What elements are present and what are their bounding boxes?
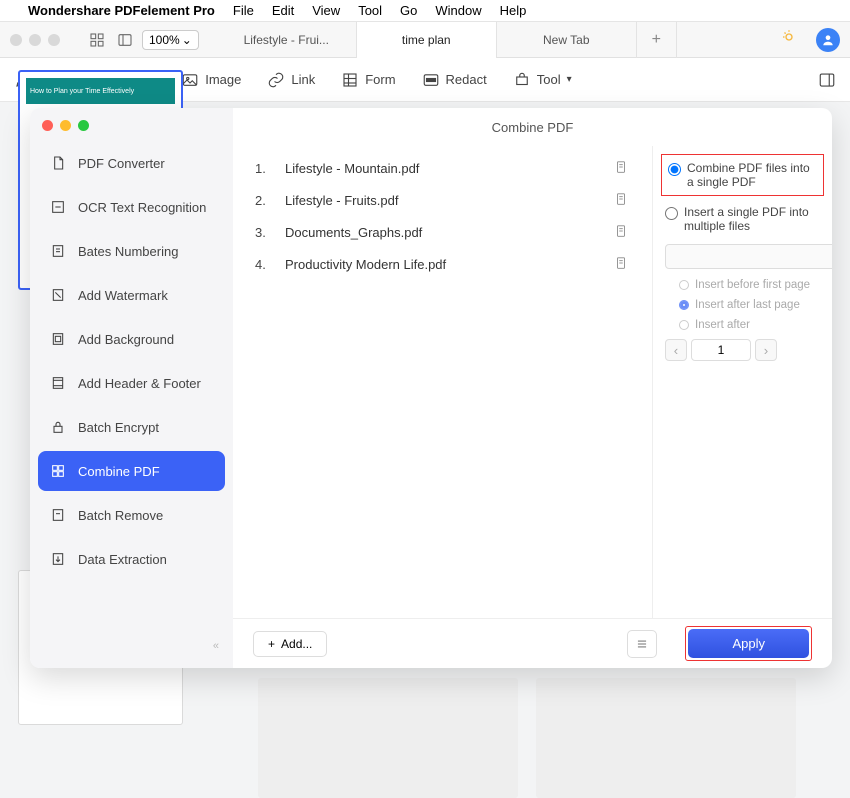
grid-view-icon[interactable] (86, 29, 108, 51)
window-traffic-lights (10, 34, 60, 46)
tab-lifestyle-fruits[interactable]: Lifestyle - Frui... (217, 22, 357, 58)
list-menu-button[interactable] (627, 630, 657, 658)
chevron-down-icon: ⌄ (182, 33, 192, 47)
sidebar-item-ocr[interactable]: OCR Text Recognition (38, 187, 225, 227)
mac-menubar: Wondershare PDFelement Pro File Edit Vie… (0, 0, 850, 22)
file-name: Lifestyle - Mountain.pdf (285, 161, 614, 176)
tab-new[interactable]: New Tab (497, 22, 637, 58)
background-content (258, 678, 796, 798)
option-insert-multiple[interactable]: Insert a single PDF into multiple files (665, 200, 820, 238)
dialog-min-dot[interactable] (60, 120, 71, 131)
sidebar-item-pdf-converter[interactable]: PDF Converter (38, 143, 225, 183)
sidebar-item-header-footer[interactable]: Add Header & Footer (38, 363, 225, 403)
ribbon-image[interactable]: Image (181, 71, 241, 89)
file-index: 4. (255, 257, 285, 272)
sidebar-toggle-icon[interactable] (114, 29, 136, 51)
chevron-down-icon: ▾ (567, 74, 572, 85)
radio-after-page (679, 320, 689, 330)
thumb-title-band: How to Plan your Time Effectively (26, 78, 175, 104)
page-number-stepper: ‹ › (665, 339, 820, 361)
app-name[interactable]: Wondershare PDFelement Pro (28, 3, 215, 18)
window-close-dot[interactable] (10, 34, 22, 46)
ribbon-link[interactable]: Link (267, 71, 315, 89)
options-panel: Combine PDF files into a single PDF Inse… (652, 146, 832, 618)
file-row[interactable]: 4. Productivity Modern Life.pdf (255, 248, 630, 280)
ribbon-form[interactable]: Form (341, 71, 395, 89)
dialog-close-dot[interactable] (42, 120, 53, 131)
window-min-dot[interactable] (29, 34, 41, 46)
page-range-icon[interactable] (614, 192, 630, 208)
sidebar-item-batch-remove[interactable]: Batch Remove (38, 495, 225, 535)
window-toolbar: 100% ⌄ Lifestyle - Frui... time plan New… (0, 22, 850, 58)
menu-help[interactable]: Help (500, 3, 527, 18)
sidebar-item-watermark[interactable]: Add Watermark (38, 275, 225, 315)
sidebar-item-background[interactable]: Add Background (38, 319, 225, 359)
tips-icon[interactable] (780, 28, 798, 51)
dialog-traffic-lights (38, 120, 225, 141)
subopt-after-last: Insert after last page (665, 295, 820, 315)
apply-button[interactable]: Apply (688, 629, 809, 658)
menu-tool[interactable]: Tool (358, 3, 382, 18)
bg-image (258, 678, 518, 798)
page-number-input (691, 339, 751, 361)
file-index: 1. (255, 161, 285, 176)
file-name: Productivity Modern Life.pdf (285, 257, 614, 272)
bg-image (536, 678, 796, 798)
file-name: Documents_Graphs.pdf (285, 225, 614, 240)
option-combine-single[interactable]: Combine PDF files into a single PDF (661, 154, 824, 196)
subopt-after-page: Insert after (665, 315, 820, 335)
radio-after-last (679, 300, 689, 310)
menu-view[interactable]: View (312, 3, 340, 18)
menu-edit[interactable]: Edit (272, 3, 294, 18)
page-range-icon[interactable] (614, 224, 630, 240)
page-range-icon[interactable] (614, 160, 630, 176)
subopt-before-first: Insert before first page (665, 275, 820, 295)
radio-before-first (679, 280, 689, 290)
sidebar-item-bates[interactable]: Bates Numbering (38, 231, 225, 271)
apply-highlight: Apply (685, 626, 812, 661)
insert-file-field (665, 244, 832, 269)
window-max-dot[interactable] (48, 34, 60, 46)
dialog-footer: + Add... Apply (233, 618, 832, 668)
add-file-button[interactable]: + Add... (253, 631, 327, 657)
page-prev-button: ‹ (665, 339, 687, 361)
menu-window[interactable]: Window (435, 3, 481, 18)
ribbon-redact[interactable]: Redact (422, 71, 487, 89)
sidebar-item-combine-pdf[interactable]: Combine PDF (38, 451, 225, 491)
file-index: 3. (255, 225, 285, 240)
zoom-dropdown[interactable]: 100% ⌄ (142, 30, 199, 50)
file-index: 2. (255, 193, 285, 208)
file-row[interactable]: 3. Documents_Graphs.pdf (255, 216, 630, 248)
page-next-button: › (755, 339, 777, 361)
tab-time-plan[interactable]: time plan (357, 22, 497, 58)
radio-combine-single[interactable] (668, 163, 681, 176)
dialog-main: Combine PDF 1. Lifestyle - Mountain.pdf … (233, 108, 832, 668)
ribbon-panel-icon[interactable] (818, 71, 836, 89)
page-range-icon[interactable] (614, 256, 630, 272)
zoom-value: 100% (149, 33, 180, 47)
file-name: Lifestyle - Fruits.pdf (285, 193, 614, 208)
menu-file[interactable]: File (233, 3, 254, 18)
dialog-max-dot[interactable] (78, 120, 89, 131)
sidebar-collapse-handle[interactable]: « (38, 636, 225, 656)
tab-add-button[interactable]: + (637, 22, 677, 58)
dialog-sidebar: PDF Converter OCR Text Recognition Bates… (30, 108, 233, 668)
radio-insert-multiple[interactable] (665, 207, 678, 220)
dialog-title: Combine PDF (233, 108, 832, 146)
sidebar-item-data-extraction[interactable]: Data Extraction (38, 539, 225, 579)
file-list: 1. Lifestyle - Mountain.pdf 2. Lifestyle… (233, 146, 652, 618)
menu-go[interactable]: Go (400, 3, 417, 18)
file-row[interactable]: 1. Lifestyle - Mountain.pdf (255, 152, 630, 184)
user-avatar[interactable] (816, 28, 840, 52)
ribbon-tool[interactable]: Tool▾ (513, 71, 572, 89)
file-row[interactable]: 2. Lifestyle - Fruits.pdf (255, 184, 630, 216)
combine-pdf-dialog: PDF Converter OCR Text Recognition Bates… (30, 108, 832, 668)
sidebar-item-batch-encrypt[interactable]: Batch Encrypt (38, 407, 225, 447)
plus-icon: + (268, 637, 275, 651)
document-tabs: Lifestyle - Frui... time plan New Tab + (217, 22, 762, 58)
